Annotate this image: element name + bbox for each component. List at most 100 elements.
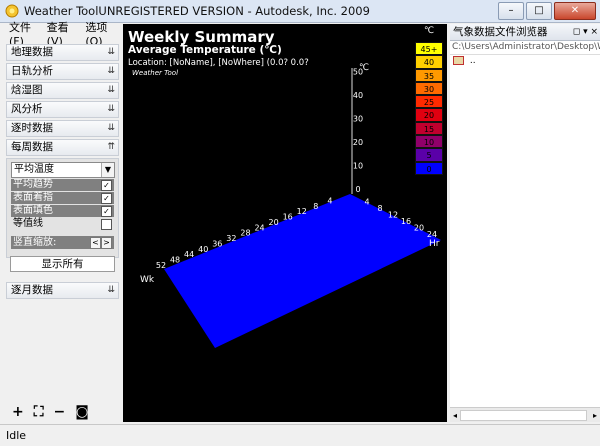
file-browser-panel: 气象数据文件浏览器 ◻ ▾ × C:\Users\Administrator\D… [450,24,600,422]
axis-tick-label: 10 [353,162,363,171]
color-legend: 45+ 40 35 30 25 20 15 10 5 0 [415,42,443,175]
axis-tick-label: 52 [156,261,166,270]
section-label: 风分析 [11,103,43,115]
scroll-left-icon[interactable]: ◂ [453,411,457,420]
view-toolbar: + ⛶ − ◙ [6,402,125,422]
axis-tick-label: 20 [353,138,363,147]
axis-tick-label: 44 [184,250,194,259]
fit-view-icon[interactable]: ⛶ [34,404,44,420]
scale-label: 竖直缩放: [13,237,57,248]
scale-increase-button[interactable]: > [101,237,112,249]
axis-tick-label: 4 [364,198,369,207]
option-label: 表面填色 [13,205,53,216]
axis-tick-label: 12 [297,207,307,216]
axis-tick-label: 30 [353,115,363,124]
axis-tick-label: 24 [427,230,437,239]
path-field[interactable]: C:\Users\Administrator\Desktop\We [450,41,600,55]
section-hourly[interactable]: 逐时数据 ⇊ [6,120,119,137]
panel-controls[interactable]: ◻ ▾ × [573,24,598,40]
chart-viewport[interactable]: Weekly Summary Average Temperature (℃) L… [123,24,447,422]
select-value: 平均温度 [14,164,54,175]
section-monthly[interactable]: 逐月数据 ⇊ [6,282,119,299]
chevron-down-icon[interactable]: ⇊ [107,102,115,117]
z-axis-label: ℃ [359,63,369,73]
chevron-down-icon[interactable]: ⇊ [107,64,115,79]
legend-entry: 45+ [415,42,443,56]
zoom-in-icon[interactable]: + [12,404,24,420]
hour-axis-label: Hr [429,239,440,249]
scale-decrease-button[interactable]: < [90,237,101,249]
list-item-label: .. [469,56,476,66]
app-icon [5,4,19,18]
legend-entry: 10 [415,135,443,149]
close-button[interactable]: ✕ [554,2,596,20]
left-panel: 文件(F) 查看(V) 选项(O) 地理数据 ⇊ 日轨分析 ⇊ 焓湿图 ⇊ 风分… [6,21,119,422]
option-contour[interactable]: 等值线 [11,218,114,230]
section-weekly[interactable]: 每周数据 ⇈ [6,139,119,156]
section-psychrometric[interactable]: 焓湿图 ⇊ [6,82,119,99]
axis-tick-label: 48 [170,256,180,265]
maximize-button[interactable]: □ [526,2,552,20]
chevron-down-icon[interactable]: ⇊ [107,83,115,98]
checkbox[interactable]: ✓ [101,180,112,191]
section-label: 日轨分析 [11,65,53,77]
option-label: 表面着指 [13,192,53,203]
chevron-down-icon[interactable]: ⇊ [107,121,115,136]
scroll-track[interactable] [460,409,587,421]
legend-unit: ℃ [423,26,435,36]
option-label: 平均趋势 [13,179,53,190]
section-label: 焓湿图 [11,84,43,96]
checkbox[interactable]: ✓ [101,206,112,217]
axis-tick-label: 0 [355,185,360,194]
section-label: 逐月数据 [11,284,53,296]
scroll-right-icon[interactable]: ▸ [593,411,597,420]
axis-tick-label: 36 [212,239,222,248]
horizontal-scrollbar[interactable]: ◂ ▸ [450,407,600,422]
weekly-3d-chart: 01020304050 481216202428323640444852 481… [140,63,441,348]
option-label: 等值线 [13,218,43,229]
status-text: Idle [6,429,27,442]
section-wind[interactable]: 风分析 ⇊ [6,101,119,118]
axis-tick-label: 8 [313,202,318,211]
legend-entry: 25 [415,95,443,109]
legend-entry: 30 [415,81,443,96]
axis-tick-label: 16 [283,213,293,222]
status-bar: Idle [0,424,600,446]
section-label: 逐时数据 [11,122,53,134]
show-all-button[interactable]: 显示所有 [10,256,115,272]
panel-title: 气象数据文件浏览器 [453,26,548,38]
chevron-up-icon[interactable]: ⇈ [107,140,115,155]
legend-entry: 15 [415,121,443,136]
folder-up-icon [453,56,464,65]
axis-tick-label: 12 [388,211,398,220]
axis-tick-label: 40 [353,91,363,100]
axis-tick-label: 4 [327,196,332,205]
camera-icon[interactable]: ◙ [75,404,89,420]
option-surface-shading[interactable]: 表面着指 ✓ [11,192,114,204]
axis-tick-label: 20 [269,218,279,227]
chevron-down-icon[interactable]: ⇊ [107,45,115,60]
legend-entry: 40 [415,55,443,69]
zoom-out-icon[interactable]: − [54,404,66,420]
section-label: 地理数据 [11,46,53,58]
legend-entry: 20 [415,108,443,122]
checkbox[interactable]: ✓ [101,193,112,204]
legend-entry: 5 [415,148,443,162]
option-average-trend[interactable]: 平均趋势 ✓ [11,179,114,191]
vertical-scale: 竖直缩放: < > [11,236,114,249]
chevron-down-icon[interactable]: ⇊ [107,283,115,298]
axis-tick-label: 16 [401,217,411,226]
data-type-select[interactable]: 平均温度 ▼ [11,162,115,178]
option-surface-fill[interactable]: 表面填色 ✓ [11,205,114,217]
section-geographic[interactable]: 地理数据 ⇊ [6,44,119,61]
panel-header: 气象数据文件浏览器 ◻ ▾ × [450,24,600,41]
menu-bar: 文件(F) 查看(V) 选项(O) [6,21,119,48]
section-sun-path[interactable]: 日轨分析 ⇊ [6,63,119,80]
axis-tick-label: 8 [377,204,382,213]
minimize-button[interactable]: – [498,2,524,20]
legend-entry: 0 [415,161,443,175]
list-item[interactable]: .. [450,55,600,67]
checkbox[interactable] [101,219,112,230]
chevron-down-icon[interactable]: ▼ [101,163,114,177]
window-title: Weather ToolUNREGISTERED VERSION - Autod… [24,4,370,18]
